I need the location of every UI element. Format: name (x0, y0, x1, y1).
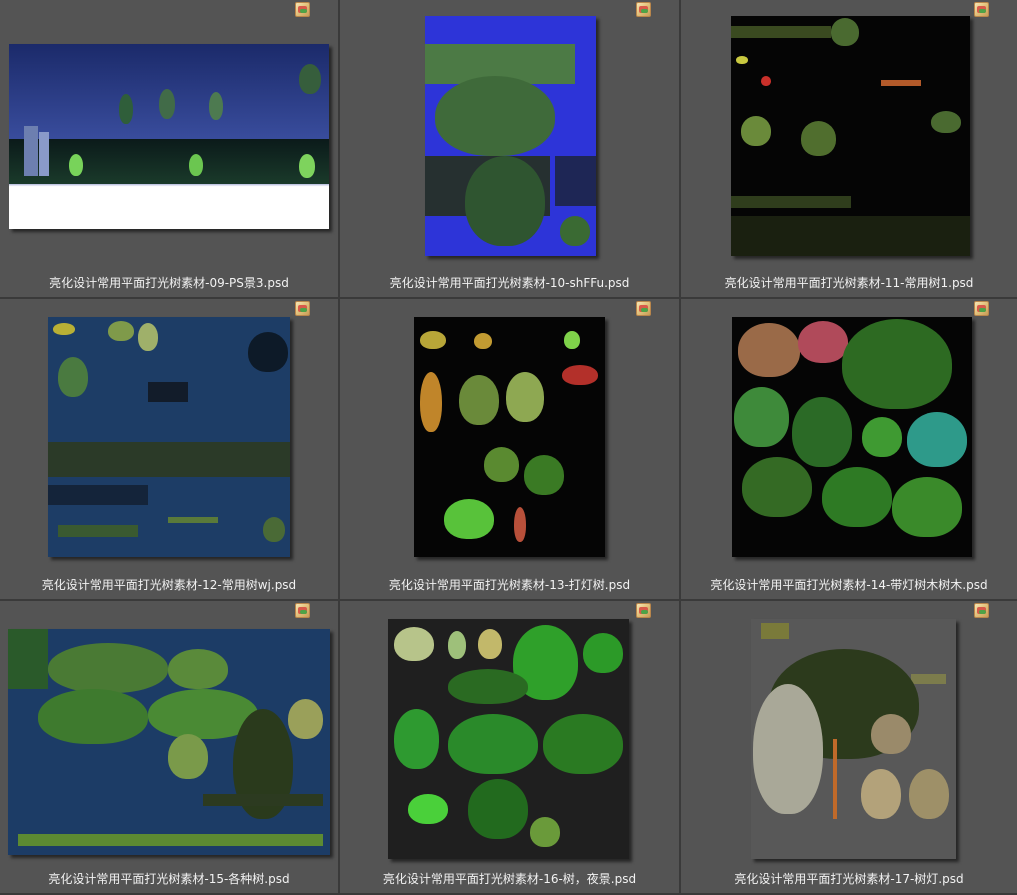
psd-file-icon (974, 2, 989, 17)
file-item[interactable]: 亮化设计常用平面打光树素材-10-shFFu.psd (340, 0, 681, 299)
file-name: 亮化设计常用平面打光树素材-11-常用树1.psd (724, 276, 974, 290)
psd-file-icon (974, 603, 989, 618)
psd-file-icon (295, 301, 310, 316)
file-item[interactable]: 亮化设计常用平面打光树素材-13-打灯树.psd (340, 299, 681, 601)
file-name: 亮化设计常用平面打光树素材-13-打灯树.psd (388, 578, 631, 592)
file-name: 亮化设计常用平面打光树素材-16-树，夜景.psd (382, 872, 637, 886)
file-thumbnail[interactable] (732, 317, 972, 557)
file-item[interactable]: 亮化设计常用平面打光树素材-11-常用树1.psd (681, 0, 1017, 299)
file-name: 亮化设计常用平面打光树素材-10-shFFu.psd (389, 276, 630, 290)
file-name: 亮化设计常用平面打光树素材-12-常用树wj.psd (41, 578, 297, 592)
file-thumbnail[interactable] (425, 16, 596, 256)
file-item[interactable]: 亮化设计常用平面打光树素材-15-各种树.psd (0, 601, 340, 895)
psd-file-icon (295, 603, 310, 618)
file-name: 亮化设计常用平面打光树素材-15-各种树.psd (48, 872, 290, 886)
file-item[interactable]: 亮化设计常用平面打光树素材-16-树，夜景.psd (340, 601, 681, 895)
file-thumbnail[interactable] (414, 317, 605, 557)
file-thumbnail[interactable] (751, 619, 956, 859)
file-thumbnail-grid: 亮化设计常用平面打光树素材-09-PS景3.psd 亮化设计常用平面打光树素材-… (0, 0, 1017, 895)
file-item[interactable]: 亮化设计常用平面打光树素材-14-带灯树木树木.psd (681, 299, 1017, 601)
file-name: 亮化设计常用平面打光树素材-17-树灯.psd (734, 872, 964, 886)
file-name: 亮化设计常用平面打光树素材-14-带灯树木树木.psd (710, 578, 988, 592)
psd-file-icon (974, 301, 989, 316)
psd-file-icon (636, 2, 651, 17)
file-item[interactable]: 亮化设计常用平面打光树素材-17-树灯.psd (681, 601, 1017, 895)
file-name: 亮化设计常用平面打光树素材-09-PS景3.psd (49, 276, 289, 290)
file-thumbnail[interactable] (731, 16, 970, 256)
file-thumbnail[interactable] (9, 44, 329, 229)
file-thumbnail[interactable] (48, 317, 290, 557)
file-item[interactable]: 亮化设计常用平面打光树素材-09-PS景3.psd (0, 0, 340, 299)
file-item[interactable]: 亮化设计常用平面打光树素材-12-常用树wj.psd (0, 299, 340, 601)
file-thumbnail[interactable] (8, 629, 330, 855)
psd-file-icon (295, 2, 310, 17)
psd-file-icon (636, 603, 651, 618)
file-thumbnail[interactable] (388, 619, 629, 859)
psd-file-icon (636, 301, 651, 316)
